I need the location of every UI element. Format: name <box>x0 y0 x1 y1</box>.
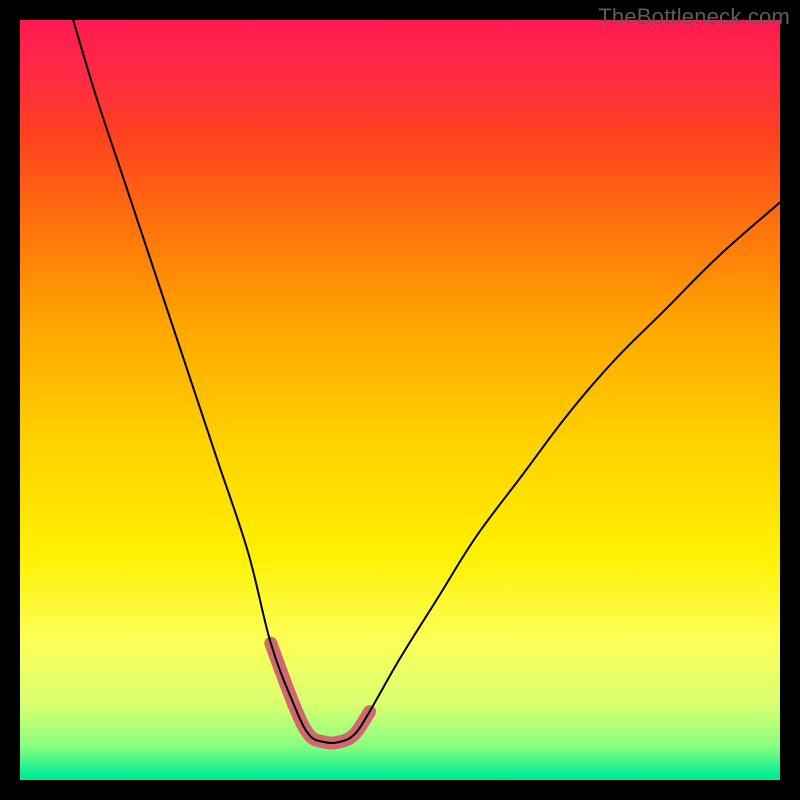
gradient-background <box>20 20 780 780</box>
plot-area <box>20 20 780 780</box>
chart-stage: TheBottleneck.com <box>0 0 800 800</box>
plot-svg <box>20 20 780 780</box>
watermark-text: TheBottleneck.com <box>598 4 790 30</box>
